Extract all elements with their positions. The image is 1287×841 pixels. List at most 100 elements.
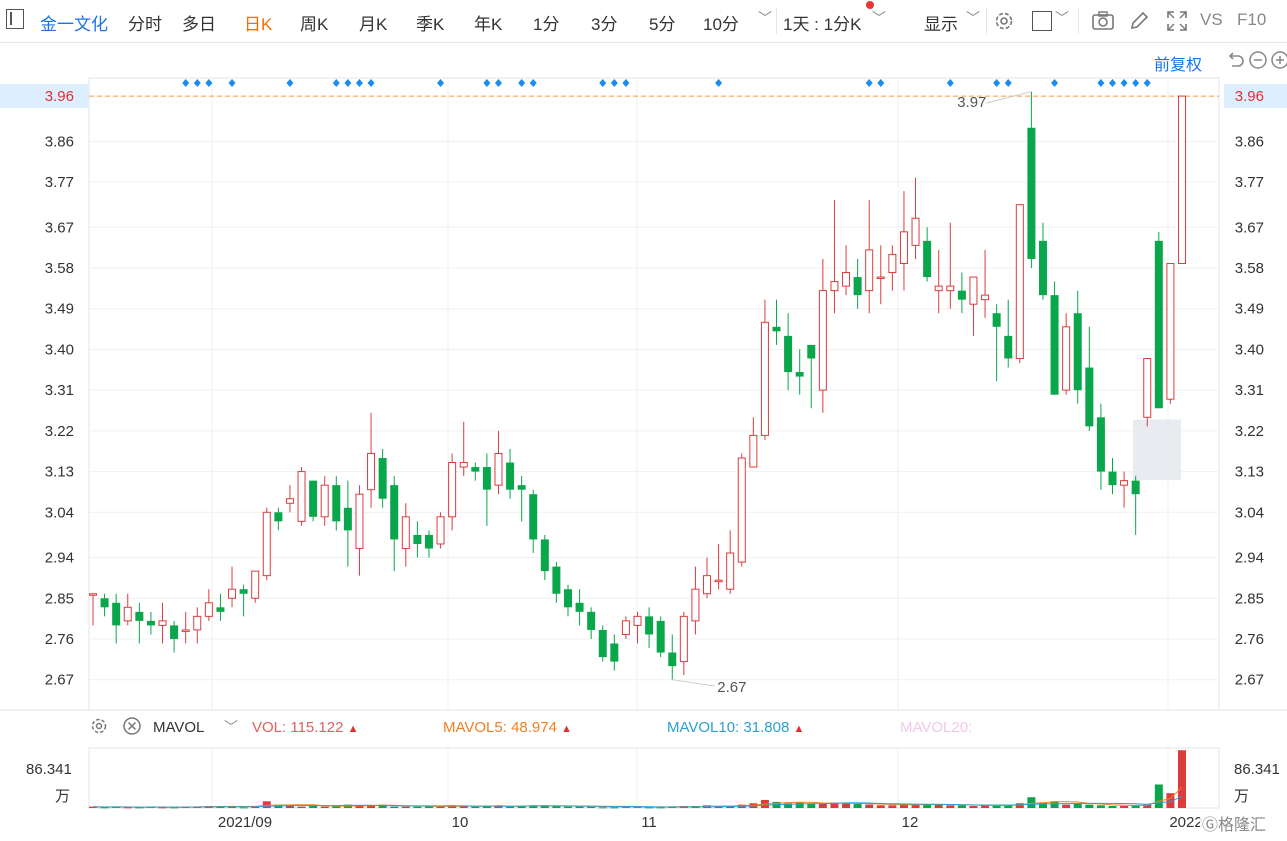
volume-bar[interactable]	[413, 806, 422, 808]
event-marker[interactable]	[1132, 79, 1140, 87]
volume-bar[interactable]	[1154, 784, 1163, 808]
event-marker[interactable]	[182, 79, 190, 87]
volume-bar[interactable]	[598, 807, 607, 809]
volume-bar[interactable]	[506, 806, 515, 808]
candle-body[interactable]	[772, 326, 781, 332]
event-marker[interactable]	[1108, 79, 1116, 87]
candle-body[interactable]	[969, 276, 978, 305]
candle-body[interactable]	[1085, 367, 1094, 427]
event-marker[interactable]	[228, 79, 236, 87]
volume-bar[interactable]	[239, 807, 248, 809]
volume-bar[interactable]	[1108, 805, 1117, 808]
chevron-down-icon[interactable]: ﹀	[224, 717, 238, 737]
candle-body[interactable]	[228, 588, 237, 599]
settings-icon[interactable]	[89, 716, 109, 736]
event-marker[interactable]	[1143, 79, 1151, 87]
candle-body[interactable]	[1154, 240, 1163, 409]
volume-bar[interactable]	[842, 803, 851, 808]
event-marker[interactable]	[518, 79, 526, 87]
volume-bar[interactable]	[1062, 804, 1071, 808]
event-marker[interactable]	[946, 79, 954, 87]
candle-body[interactable]	[1120, 480, 1129, 486]
candle-body[interactable]	[784, 335, 793, 373]
candle-body[interactable]	[170, 625, 179, 639]
candle-body[interactable]	[726, 552, 735, 590]
candle-body[interactable]	[216, 607, 225, 612]
candle-body[interactable]	[1050, 295, 1059, 395]
event-marker[interactable]	[993, 79, 1001, 87]
candle-body[interactable]	[749, 434, 758, 468]
indicator-name[interactable]: MAVOL	[153, 719, 204, 736]
event-marker[interactable]	[494, 79, 502, 87]
candle-body[interactable]	[818, 290, 827, 391]
candle-body[interactable]	[1062, 326, 1071, 391]
candle-body[interactable]	[251, 570, 260, 599]
candle-body[interactable]	[795, 372, 804, 377]
volume-bar[interactable]	[1027, 797, 1036, 808]
candle-body[interactable]	[876, 276, 885, 280]
candle-body[interactable]	[367, 452, 376, 491]
candle-body[interactable]	[830, 281, 839, 292]
candle-body[interactable]	[448, 462, 457, 518]
candle-body[interactable]	[146, 620, 155, 626]
candle-body[interactable]	[703, 575, 712, 595]
candle-body[interactable]	[911, 217, 920, 246]
candle-body[interactable]	[1027, 127, 1036, 259]
volume-bar[interactable]	[262, 801, 271, 808]
candle-body[interactable]	[633, 615, 642, 626]
volume-bar[interactable]	[1073, 803, 1082, 808]
candle-body[interactable]	[946, 285, 955, 292]
candle-body[interactable]	[668, 652, 677, 667]
candle-body[interactable]	[575, 602, 584, 612]
volume-bar[interactable]	[865, 804, 874, 808]
volume-bar[interactable]	[309, 805, 318, 808]
candle-body[interactable]	[1038, 240, 1047, 296]
candle-body[interactable]	[1015, 204, 1024, 359]
candle-body[interactable]	[100, 598, 109, 608]
volume-bar[interactable]	[969, 805, 978, 808]
volume-bar[interactable]	[1096, 805, 1105, 808]
candle-body[interactable]	[842, 272, 851, 287]
event-marker[interactable]	[193, 79, 201, 87]
candle-body[interactable]	[899, 231, 908, 264]
candle-body[interactable]	[645, 616, 654, 635]
event-marker[interactable]	[599, 79, 607, 87]
volume-bar[interactable]	[575, 806, 584, 808]
candle-body[interactable]	[332, 485, 341, 522]
volume-bar[interactable]	[1178, 750, 1186, 808]
candle-body[interactable]	[424, 534, 433, 549]
candle-body[interactable]	[934, 285, 943, 292]
volume-bar[interactable]	[1120, 805, 1129, 808]
volume-bar[interactable]	[320, 806, 329, 808]
event-marker[interactable]	[344, 79, 352, 87]
candle-body[interactable]	[691, 588, 700, 622]
candle-body[interactable]	[343, 507, 352, 531]
volume-bar[interactable]	[401, 806, 410, 808]
event-marker[interactable]	[610, 79, 618, 87]
candle-body[interactable]	[135, 611, 144, 621]
candle-body[interactable]	[471, 467, 480, 472]
candle-body[interactable]	[888, 253, 897, 274]
event-marker[interactable]	[622, 79, 630, 87]
candle-body[interactable]	[1166, 262, 1175, 400]
candle-body[interactable]	[679, 615, 688, 663]
event-marker[interactable]	[483, 79, 491, 87]
volume-bar[interactable]	[610, 807, 619, 809]
volume-bar[interactable]	[992, 805, 1001, 808]
volume-bar[interactable]	[297, 806, 306, 808]
event-marker[interactable]	[1097, 79, 1105, 87]
candle-body[interactable]	[1131, 480, 1140, 495]
volume-bar[interactable]	[563, 806, 572, 808]
candle-body[interactable]	[390, 485, 399, 540]
event-marker[interactable]	[355, 79, 363, 87]
candle-body[interactable]	[89, 593, 97, 596]
candle-body[interactable]	[598, 629, 607, 658]
candle-body[interactable]	[506, 462, 515, 490]
candle-body[interactable]	[459, 462, 468, 468]
candle-body[interactable]	[992, 313, 1001, 327]
candle-body[interactable]	[540, 539, 549, 572]
candle-body[interactable]	[1108, 471, 1117, 486]
candle-body[interactable]	[807, 344, 816, 359]
event-marker[interactable]	[1004, 79, 1012, 87]
candle-body[interactable]	[981, 294, 990, 301]
